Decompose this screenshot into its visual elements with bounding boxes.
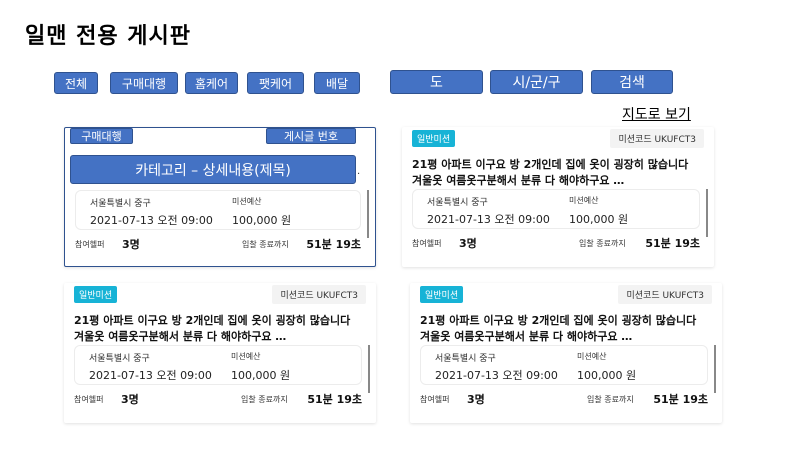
search-button[interactable]: 검색 xyxy=(591,70,673,94)
deadline-label: 입찰 종료까지 xyxy=(241,395,288,404)
deadline-label: 입찰 종료까지 xyxy=(579,239,626,248)
mission-title[interactable]: 21평 아파트 이구요 방 2개인데 집에 옷이 굉장히 많습니다 겨울옷 여름… xyxy=(74,313,360,345)
budget-label: 미션예산 xyxy=(569,196,599,205)
date-text: 2021-07-13 오전 09:00 xyxy=(90,214,213,227)
helpers-label: 참여헬퍼 xyxy=(75,240,105,249)
category-detail-title[interactable]: 카테고리 – 상세내용(제목) xyxy=(70,155,356,184)
map-view-link[interactable]: 지도로 보기 xyxy=(622,104,691,124)
deadline-time: 51분 19초 xyxy=(307,393,362,406)
helpers-label: 참여헬퍼 xyxy=(420,395,450,404)
filter-home-care-button[interactable]: 홈케어 xyxy=(185,72,238,94)
helpers-count: 3명 xyxy=(121,393,139,406)
filter-all-button[interactable]: 전체 xyxy=(54,72,98,94)
location-text: 서울특별시 중구 xyxy=(435,354,496,364)
mission-code: 미션코드 UKUFCT3 xyxy=(610,129,704,148)
mission-type-badge: 일반미션 xyxy=(420,286,464,303)
mission-type-badge: 일반미션 xyxy=(412,130,456,147)
budget-label: 미션예산 xyxy=(232,197,262,206)
city-select[interactable]: 시/군/구 xyxy=(490,70,583,94)
filter-purchase-button[interactable]: 구매대행 xyxy=(110,72,178,94)
helpers-count: 3명 xyxy=(122,238,140,251)
scrollbar[interactable] xyxy=(368,345,370,393)
info-box: 서울특별시 중구 2021-07-13 오전 09:00 미션예산 100,00… xyxy=(420,345,708,385)
page-title: 일맨 전용 게시판 xyxy=(25,24,191,49)
deadline-label: 입찰 종료까지 xyxy=(242,240,289,249)
scrollbar[interactable] xyxy=(706,189,708,237)
scrollbar[interactable] xyxy=(714,345,716,393)
deadline-time: 51분 19초 xyxy=(645,237,700,250)
filter-pet-care-button[interactable]: 팻케어 xyxy=(247,72,304,94)
info-box: 서울특별시 중구 2021-07-13 오전 09:00 미션예산 100,00… xyxy=(412,189,700,229)
mission-card[interactable]: 일반미션 미션코드 UKUFCT3 21평 아파트 이구요 방 2개인데 집에 … xyxy=(64,283,376,423)
helpers-count: 3명 xyxy=(467,393,485,406)
location-text: 서울특별시 중구 xyxy=(90,199,151,209)
budget-value: 100,000 원 xyxy=(569,213,629,226)
info-box: 서울특별시 중구 2021-07-13 오전 09:00 미션예산 100,00… xyxy=(75,190,361,230)
mission-card[interactable]: 서울특별시 중구 2021-07-13 오전 09:00 미션예산 100,00… xyxy=(64,127,376,267)
info-box: 서울특별시 중구 2021-07-13 오전 09:00 미션예산 100,00… xyxy=(74,345,362,385)
post-number-tag: 게시글 번호 xyxy=(266,128,356,144)
dot-mark: . xyxy=(357,166,361,177)
deadline-time: 51분 19초 xyxy=(306,238,361,251)
mission-card[interactable]: 일반미션 미션코드 UKUFCT3 21평 아파트 이구요 방 2개인데 집에 … xyxy=(410,283,722,423)
mission-code: 미션코드 UKUFCT3 xyxy=(272,285,366,304)
scrollbar[interactable] xyxy=(367,190,369,238)
budget-value: 100,000 원 xyxy=(577,369,637,382)
budget-value: 100,000 원 xyxy=(231,369,291,382)
helpers-count: 3명 xyxy=(459,237,477,250)
category-tag: 구매대행 xyxy=(70,128,133,144)
date-text: 2021-07-13 오전 09:00 xyxy=(89,369,212,382)
helpers-label: 참여헬퍼 xyxy=(74,395,104,404)
mission-title[interactable]: 21평 아파트 이구요 방 2개인데 집에 옷이 굉장히 많습니다 겨울옷 여름… xyxy=(420,313,706,345)
location-text: 서울특별시 중구 xyxy=(89,354,150,364)
province-select[interactable]: 도 xyxy=(390,70,483,94)
mission-code: 미션코드 UKUFCT3 xyxy=(618,285,712,304)
budget-value: 100,000 원 xyxy=(232,214,292,227)
location-text: 서울특별시 중구 xyxy=(427,198,488,208)
date-text: 2021-07-13 오전 09:00 xyxy=(435,369,558,382)
date-text: 2021-07-13 오전 09:00 xyxy=(427,213,550,226)
mission-card[interactable]: 일반미션 미션코드 UKUFCT3 21평 아파트 이구요 방 2개인데 집에 … xyxy=(402,127,714,267)
deadline-time: 51분 19초 xyxy=(653,393,708,406)
mission-title[interactable]: 21평 아파트 이구요 방 2개인데 집에 옷이 굉장히 많습니다 겨울옷 여름… xyxy=(412,157,698,189)
deadline-label: 입찰 종료까지 xyxy=(587,395,634,404)
filter-delivery-button[interactable]: 배달 xyxy=(314,72,360,94)
helpers-label: 참여헬퍼 xyxy=(412,239,442,248)
mission-type-badge: 일반미션 xyxy=(74,286,118,303)
budget-label: 미션예산 xyxy=(231,352,261,361)
budget-label: 미션예산 xyxy=(577,352,607,361)
